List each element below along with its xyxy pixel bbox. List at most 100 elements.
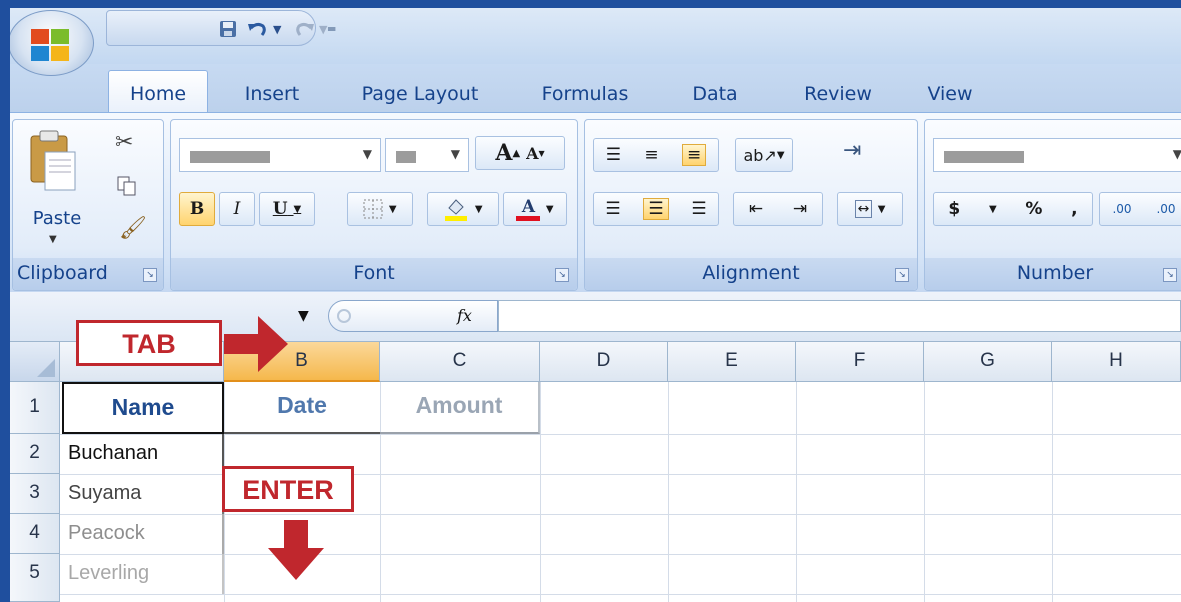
shrink-font-button[interactable]: A (526, 144, 538, 163)
align-middle-icon[interactable]: ≡ (644, 145, 658, 165)
gridline (924, 382, 925, 602)
italic-button[interactable]: I (219, 192, 255, 226)
customize-icon[interactable]: ═ (328, 22, 335, 36)
save-icon[interactable] (219, 19, 237, 39)
redo-icon[interactable] (295, 19, 315, 39)
comma-button[interactable]: , (1071, 199, 1077, 219)
chevron-down-icon: ▼ (474, 203, 483, 215)
font-size-select[interactable]: ▼ (385, 138, 469, 172)
horizontal-align-buttons[interactable]: ☰ ☰ ☰ (593, 192, 719, 226)
grow-shrink-font-buttons[interactable]: A ▲ A ▼ (475, 136, 565, 170)
decrease-indent-icon[interactable]: ⇤ (749, 199, 763, 219)
chevron-down-icon: ▼ (988, 203, 997, 215)
undo-icon[interactable] (247, 19, 267, 39)
underline-button[interactable]: U ▼ (259, 192, 315, 226)
alignment-group-label: Alignment (585, 258, 917, 290)
gridline (60, 434, 1181, 435)
grow-font-button[interactable]: A (495, 140, 512, 166)
copy-icon[interactable] (117, 176, 137, 200)
name-box-dropdown-icon[interactable]: ▼ (298, 308, 309, 324)
office-button[interactable] (10, 10, 94, 76)
font-name-select[interactable]: ▼ (179, 138, 381, 172)
vertical-align-buttons[interactable]: ☰ ≡ ≡ (593, 138, 719, 172)
tab-view[interactable]: View (915, 80, 985, 112)
borders-button[interactable]: ▼ (347, 192, 413, 226)
alignment-launcher-icon[interactable]: ↘ (895, 268, 909, 282)
cell-a5[interactable]: Leverling (62, 554, 224, 594)
tab-page-layout[interactable]: Page Layout (350, 80, 490, 112)
row-header-2[interactable]: 2 (10, 434, 60, 474)
cell-a1[interactable]: Name (62, 382, 224, 434)
orientation-button[interactable]: ab↗ ▼ (735, 138, 793, 172)
cut-icon[interactable]: ✂ (115, 130, 133, 155)
tab-formulas[interactable]: Formulas (530, 80, 640, 112)
column-header-g[interactable]: G (924, 342, 1052, 382)
redo-dropdown-icon[interactable]: ▼ (319, 19, 327, 39)
bold-button[interactable]: B (179, 192, 215, 226)
number-format-select[interactable]: ▼ (933, 138, 1181, 172)
indent-buttons[interactable]: ⇤ ⇥ (733, 192, 823, 226)
align-center-icon[interactable]: ☰ (643, 198, 669, 220)
right-arrow-icon (224, 316, 288, 372)
cell-c1[interactable]: Amount (380, 382, 540, 434)
enter-callout: ENTER (222, 466, 354, 512)
column-header-e[interactable]: E (668, 342, 796, 382)
font-label: Font (353, 262, 395, 284)
decimal-buttons[interactable]: .00 .00 (1099, 192, 1181, 226)
orientation-icon: ab↗ (743, 145, 777, 165)
row-header-5[interactable]: 5 (10, 554, 60, 602)
quick-access-toolbar: ▼ ▼ (106, 10, 327, 46)
tab-review[interactable]: Review (788, 80, 888, 112)
column-header-d[interactable]: D (540, 342, 668, 382)
format-painter-icon[interactable]: 🖌 (119, 216, 147, 241)
column-header-h[interactable]: H (1052, 342, 1181, 382)
increase-decimal-button[interactable]: .00 (1112, 202, 1131, 216)
number-launcher-icon[interactable]: ↘ (1163, 268, 1177, 282)
gridline (1052, 382, 1053, 602)
chevron-down-icon: ▼ (362, 147, 372, 161)
cell-b1[interactable]: Date (224, 382, 380, 434)
clipboard-launcher-icon[interactable]: ↘ (143, 268, 157, 282)
alignment-group: ☰ ≡ ≡ ab↗ ▼ ⇥ ☰ ☰ ☰ ⇤ ⇥ ↔ ▼ Alignment ↘ (584, 119, 918, 291)
align-right-icon[interactable]: ☰ (691, 199, 706, 219)
font-color-label: A (521, 196, 536, 217)
increase-indent-icon[interactable]: ⇥ (793, 199, 807, 219)
tab-home[interactable]: Home (108, 70, 208, 112)
gridline (60, 514, 1181, 515)
align-bottom-icon[interactable]: ≡ (682, 144, 707, 166)
align-left-icon[interactable]: ☰ (605, 199, 620, 219)
currency-button[interactable]: $ (948, 199, 960, 219)
number-format-placeholder (944, 151, 1024, 163)
percent-button[interactable]: % (1025, 199, 1042, 219)
expand-icon[interactable] (337, 309, 351, 323)
number-format-buttons[interactable]: $ ▼ % , (933, 192, 1093, 226)
tab-insert[interactable]: Insert (232, 80, 312, 112)
insert-function-button[interactable]: fx (457, 306, 472, 325)
row-header-1[interactable]: 1 (10, 382, 60, 434)
undo-dropdown-icon[interactable]: ▼ (273, 19, 281, 39)
cell-a4[interactable]: Peacock (62, 514, 224, 554)
column-header-c[interactable]: C (380, 342, 540, 382)
row-header-3[interactable]: 3 (10, 474, 60, 514)
wrap-text-icon[interactable]: ⇥ (843, 138, 861, 163)
tab-data[interactable]: Data (680, 80, 750, 112)
decrease-decimal-button[interactable]: .00 (1156, 202, 1175, 216)
paste-button[interactable]: Paste ▼ (27, 128, 87, 246)
cell-a3[interactable]: Suyama (62, 474, 224, 514)
number-label: Number (1016, 262, 1094, 284)
select-all-button[interactable] (10, 342, 60, 382)
underline-label: U (272, 199, 288, 219)
ribbon: Paste ▼ ✂ 🖌 Clipboard ↘ ▼ ▼ A ▲ A ▼ B I … (10, 112, 1181, 292)
paste-label: Paste (32, 208, 82, 229)
row-header-4[interactable]: 4 (10, 514, 60, 554)
merge-center-button[interactable]: ↔ ▼ (837, 192, 903, 226)
align-top-icon[interactable]: ☰ (606, 145, 621, 165)
formula-input[interactable] (498, 300, 1181, 332)
column-header-f[interactable]: F (796, 342, 924, 382)
title-bar: ▼ ▼ ═ (10, 8, 1181, 64)
font-launcher-icon[interactable]: ↘ (555, 268, 569, 282)
gridline (668, 382, 669, 602)
font-color-button[interactable]: A ▼ (503, 192, 567, 226)
cell-a2[interactable]: Buchanan (62, 434, 224, 474)
fill-color-button[interactable]: ▼ (427, 192, 499, 226)
